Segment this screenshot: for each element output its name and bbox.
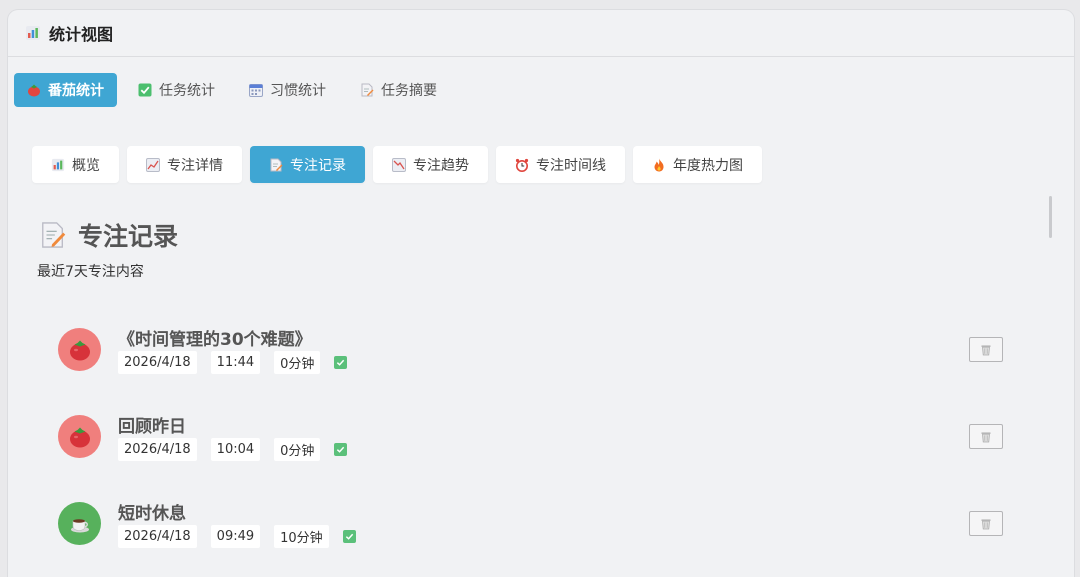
calendar-icon [249,83,263,97]
fire-icon [652,158,666,172]
tab-label: 专注时间线 [536,157,606,174]
check-mark-icon [334,443,348,456]
section-title: 专注记录 [40,217,178,253]
check-mark-icon [334,356,348,369]
memo-icon [360,83,374,97]
tab-label: 专注记录 [290,157,346,174]
record-title: 短时休息 [118,504,186,524]
coffee-cup-icon [68,512,92,536]
tab-annual-heatmap[interactable]: 年度热力图 [633,146,762,183]
record-meta: 2026/4/18 09:49 10分钟 [118,525,356,548]
avatar [58,328,101,371]
tab-focus-records[interactable]: 专注记录 [250,146,365,183]
tomato-icon [68,338,92,362]
statistics-window: 统计视图 番茄统计 任务统计 习惯统计 任务摘要 概览 专注详情 专注记录 专注… [8,10,1074,577]
tomato-icon [27,83,41,97]
vertical-scrollbar[interactable] [1049,196,1052,238]
tab-habit-stats[interactable]: 习惯统计 [236,73,339,107]
delete-button[interactable] [969,511,1003,536]
tab-focus-trend[interactable]: 专注趋势 [373,146,488,183]
tab-task-stats[interactable]: 任务统计 [125,73,228,107]
date-chip: 2026/4/18 [118,351,197,374]
time-chip: 11:44 [210,351,261,374]
trash-icon [980,431,992,443]
delete-button[interactable] [969,424,1003,449]
record-item: 《时间管理的30个难题》 2026/4/18 11:44 0分钟 [56,328,1016,400]
record-title: 回顾昨日 [118,417,186,437]
avatar [58,415,101,458]
time-chip: 09:49 [210,525,261,548]
check-mark-icon [342,530,356,543]
line-chart-icon [146,157,160,172]
title-bar: 统计视图 [8,10,1074,57]
tab-label: 番茄统计 [48,83,104,99]
delete-button[interactable] [969,337,1003,362]
bar-chart-icon [25,25,41,41]
bar-chart-icon [51,158,65,172]
tab-focus-details[interactable]: 专注详情 [127,146,242,183]
record-item: 回顾昨日 2026/4/18 10:04 0分钟 [56,415,1016,487]
duration-chip: 10分钟 [274,525,329,548]
duration-chip: 0分钟 [274,438,321,461]
section-title-text: 专注记录 [78,222,179,251]
tab-label: 习惯统计 [270,83,326,99]
duration-chip: 0分钟 [274,351,321,374]
alarm-clock-icon [515,158,529,172]
record-meta: 2026/4/18 10:04 0分钟 [118,438,348,461]
avatar [58,502,101,545]
tab-tomato-stats[interactable]: 番茄统计 [14,73,117,107]
tab-focus-timeline[interactable]: 专注时间线 [496,146,625,183]
check-box-icon [138,83,152,97]
tab-overview[interactable]: 概览 [32,146,119,183]
main-tabs: 番茄统计 任务统计 习惯统计 任务摘要 [14,73,450,107]
tab-task-summary[interactable]: 任务摘要 [347,73,450,107]
tab-label: 任务统计 [159,83,215,99]
window-title: 统计视图 [49,25,114,44]
tomato-icon [68,425,92,449]
record-title: 《时间管理的30个难题》 [118,330,312,350]
trend-down-icon [392,157,406,172]
section-subtitle: 最近7天专注内容 [37,264,144,280]
tab-label: 年度热力图 [673,157,743,174]
trash-icon [980,518,992,530]
memo-icon [40,221,66,249]
record-meta: 2026/4/18 11:44 0分钟 [118,351,348,374]
tab-label: 概览 [72,157,100,174]
sub-tabs: 概览 专注详情 专注记录 专注趋势 专注时间线 年度热力图 [32,146,762,183]
tab-label: 专注趋势 [413,157,469,174]
date-chip: 2026/4/18 [118,438,197,461]
tab-label: 专注详情 [167,157,223,174]
date-chip: 2026/4/18 [118,525,197,548]
trash-icon [980,344,992,356]
memo-icon [269,158,283,172]
tab-label: 任务摘要 [381,83,437,99]
time-chip: 10:04 [210,438,261,461]
record-item: 短时休息 2026/4/18 09:49 10分钟 [56,502,1016,574]
